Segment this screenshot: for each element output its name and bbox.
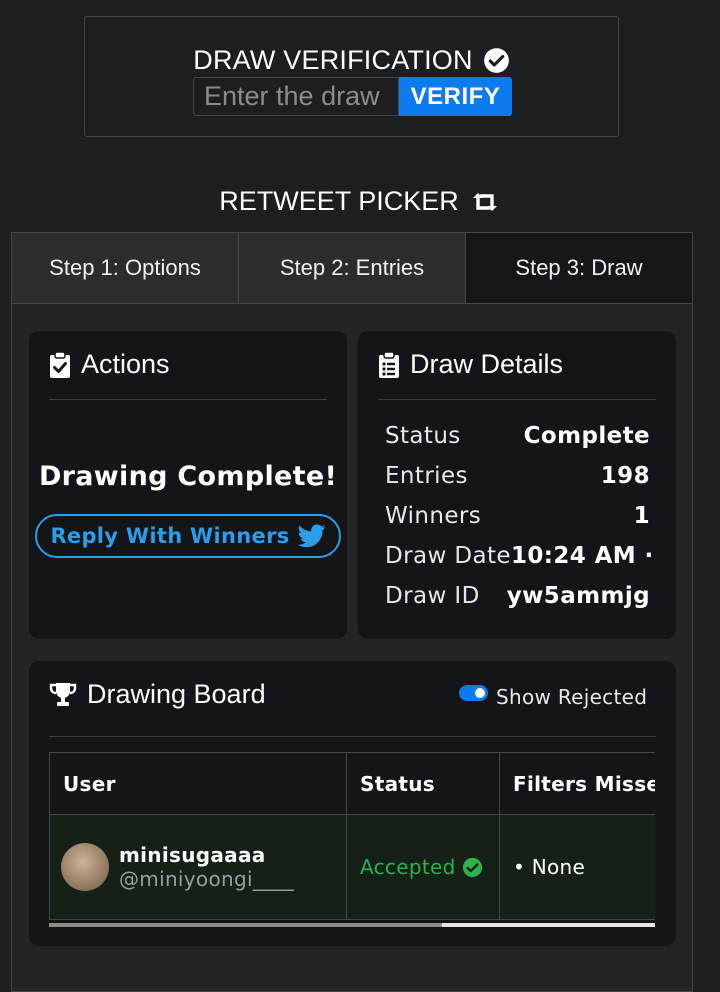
draw-details-heading: Draw Details bbox=[378, 349, 563, 380]
tab-step-1-options[interactable]: Step 1: Options bbox=[12, 233, 238, 303]
status-text: Accepted bbox=[360, 855, 456, 879]
detail-value: 198 bbox=[600, 463, 650, 489]
divider bbox=[49, 736, 656, 737]
detail-value: yw5ammjg bbox=[506, 583, 650, 609]
retweet-picker-panel: Step 1: Options Step 2: Entries Step 3: … bbox=[11, 232, 693, 992]
table-row: minisugaaaa @miniyoongi____ Accepted • N… bbox=[49, 814, 655, 920]
drawing-status-text: Drawing Complete! bbox=[38, 461, 338, 492]
toggle-switch[interactable] bbox=[459, 685, 488, 701]
status-cell: Accepted bbox=[346, 814, 500, 920]
detail-label: Status bbox=[385, 423, 461, 449]
check-circle-icon bbox=[462, 857, 483, 878]
drawing-board-table-scroll[interactable]: User Status Filters Missed minisugaaaa bbox=[49, 752, 655, 923]
draw-verification-box: DRAW VERIFICATION VERIFY bbox=[84, 16, 619, 137]
tab-label: Step 2: Entries bbox=[279, 255, 425, 280]
tab-step-2-entries[interactable]: Step 2: Entries bbox=[238, 233, 465, 303]
actions-title: Actions bbox=[81, 349, 170, 379]
user-text: minisugaaaa @miniyoongi____ bbox=[119, 843, 294, 891]
retweet-icon bbox=[469, 191, 501, 213]
tab-label: Step 1: Options bbox=[49, 255, 201, 280]
divider bbox=[49, 399, 327, 400]
drawing-board-card: Drawing Board Show Rejected User Status … bbox=[29, 661, 676, 946]
user-info: minisugaaaa @miniyoongi____ bbox=[61, 843, 333, 891]
detail-label: Draw Date bbox=[385, 543, 511, 569]
draw-verification-heading: DRAW VERIFICATION bbox=[85, 45, 618, 76]
column-header-status: Status bbox=[346, 752, 500, 815]
detail-label: Winners bbox=[385, 503, 482, 529]
detail-value: Complete bbox=[523, 423, 650, 449]
clipboard-list-icon bbox=[378, 350, 400, 379]
detail-row-status: Status Complete bbox=[385, 423, 650, 449]
draw-id-input[interactable] bbox=[193, 77, 399, 116]
twitter-bird-icon bbox=[297, 524, 326, 548]
show-rejected-label: Show Rejected bbox=[496, 685, 648, 709]
verify-row: VERIFY bbox=[193, 77, 512, 116]
user-display-name: minisugaaaa bbox=[119, 843, 266, 867]
draw-details-card: Draw Details Status Complete Entries 198… bbox=[358, 331, 676, 639]
draw-verification-title: DRAW VERIFICATION bbox=[193, 45, 473, 75]
verify-button[interactable]: VERIFY bbox=[399, 77, 512, 116]
retweet-picker-heading: RETWEET PICKER bbox=[0, 186, 720, 217]
tab-step-3-draw[interactable]: Step 3: Draw bbox=[465, 233, 692, 303]
column-header-user: User bbox=[49, 752, 347, 815]
drawing-board-heading: Drawing Board bbox=[49, 679, 266, 710]
column-header-filters-missed: Filters Missed bbox=[499, 752, 655, 815]
detail-row-draw-id: Draw ID yw5ammjg bbox=[385, 583, 650, 609]
retweet-picker-title: RETWEET PICKER bbox=[219, 186, 459, 216]
horizontal-scrollbar[interactable] bbox=[49, 923, 655, 927]
status-badge: Accepted bbox=[360, 855, 486, 879]
detail-row-entries: Entries 198 bbox=[385, 463, 650, 489]
user-cell: minisugaaaa @miniyoongi____ bbox=[49, 814, 347, 920]
detail-value: 10:24 AM · bbox=[510, 543, 654, 569]
avatar[interactable] bbox=[61, 843, 109, 891]
show-rejected-toggle[interactable]: Show Rejected bbox=[459, 685, 647, 709]
check-circle-icon bbox=[483, 47, 510, 74]
detail-row-winners: Winners 1 bbox=[385, 503, 650, 529]
drawing-board-table: User Status Filters Missed minisugaaaa bbox=[49, 752, 655, 920]
table-header-row: User Status Filters Missed bbox=[49, 752, 655, 815]
actions-card-heading: Actions bbox=[49, 349, 170, 380]
reply-with-winners-button[interactable]: Reply With Winners bbox=[35, 514, 341, 558]
divider bbox=[378, 399, 656, 400]
detail-row-draw-date: Draw Date 10:24 AM · bbox=[385, 543, 653, 569]
scrollbar-thumb[interactable] bbox=[49, 923, 442, 927]
draw-details-title: Draw Details bbox=[410, 349, 564, 379]
tab-label: Step 3: Draw bbox=[515, 255, 643, 280]
user-handle[interactable]: @miniyoongi____ bbox=[119, 867, 294, 891]
step-tabs: Step 1: Options Step 2: Entries Step 3: … bbox=[12, 233, 692, 304]
trophy-icon bbox=[49, 682, 77, 708]
actions-card: Actions Drawing Complete! Reply With Win… bbox=[29, 331, 347, 639]
clipboard-check-icon bbox=[49, 350, 71, 379]
detail-value: 1 bbox=[633, 503, 650, 529]
reply-button-label: Reply With Winners bbox=[50, 524, 290, 548]
toggle-knob bbox=[475, 688, 485, 698]
filters-missed-cell: • None bbox=[499, 814, 655, 920]
scrollbar-track-end bbox=[442, 923, 655, 927]
detail-label: Draw ID bbox=[385, 583, 480, 609]
drawing-board-title: Drawing Board bbox=[87, 679, 266, 709]
detail-label: Entries bbox=[385, 463, 468, 489]
